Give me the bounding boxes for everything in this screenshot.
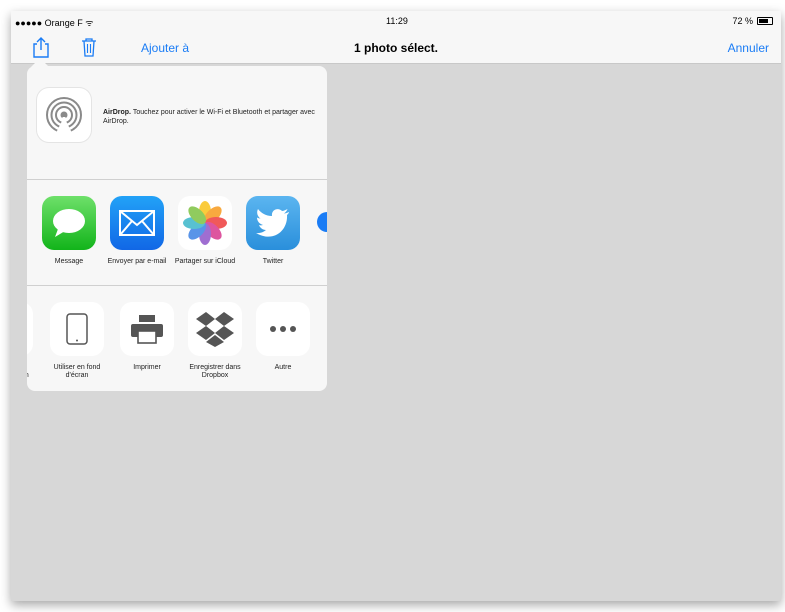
battery-indicator: 72 % xyxy=(732,16,773,26)
carrier-label: ●●●●● Orange F ᯤ xyxy=(15,18,94,28)
share-app-message[interactable]: Message xyxy=(37,196,101,266)
navigation-bar: Ajouter à 1 photo sélect. Annuler xyxy=(11,31,781,64)
action-label: Utiliser en fond d'écran xyxy=(53,364,101,379)
battery-percent: 72 % xyxy=(732,16,753,26)
printer-icon xyxy=(120,302,174,356)
share-app-twitter[interactable]: Twitter xyxy=(241,196,305,266)
airdrop-description: AirDrop. Touchez pour activer le Wi-Fi e… xyxy=(103,108,318,126)
action-more[interactable]: Autre xyxy=(251,302,315,372)
airdrop-hint: Touchez pour activer le Wi-Fi et Bluetoo… xyxy=(103,109,315,125)
more-icon xyxy=(256,302,310,356)
action-dropbox[interactable]: Enregistrer dans Dropbox xyxy=(183,302,247,380)
messages-icon xyxy=(42,196,96,250)
next-app-partial[interactable] xyxy=(317,212,327,232)
dropbox-icon xyxy=(188,302,242,356)
airdrop-title: AirDrop. xyxy=(103,109,131,116)
action-wallpaper[interactable]: Utiliser en fond d'écran xyxy=(45,302,109,380)
partial-action-label: un xyxy=(27,372,29,379)
action-label: Imprimer xyxy=(133,364,161,371)
action-label: Enregistrer dans Dropbox xyxy=(189,364,241,379)
ipad-icon xyxy=(50,302,104,356)
share-app-icloud[interactable]: Partager sur iCloud xyxy=(173,196,237,266)
action-print[interactable]: Imprimer xyxy=(115,302,179,372)
share-app-mail[interactable]: Envoyer par e-mail xyxy=(105,196,169,266)
ipad-screen: ●●●●● Orange F ᯤ 11:29 72 % Ajouter à 1 … xyxy=(11,11,781,601)
apps-row: Message Envoyer par e-mail Partager sur … xyxy=(27,180,327,286)
airdrop-row[interactable]: AirDrop. Touchez pour activer le Wi-Fi e… xyxy=(27,66,327,180)
actions-row: un Utiliser en fond d'écran xyxy=(27,286,327,391)
photos-icon xyxy=(178,196,232,250)
mail-icon xyxy=(110,196,164,250)
app-label: Envoyer par e-mail xyxy=(107,258,167,265)
app-label: Message xyxy=(54,258,84,265)
partial-action-tile[interactable] xyxy=(27,302,33,356)
share-sheet: AirDrop. Touchez pour activer le Wi-Fi e… xyxy=(27,66,327,391)
battery-icon xyxy=(757,17,773,25)
airdrop-icon[interactable] xyxy=(37,88,91,142)
twitter-icon xyxy=(246,196,300,250)
page-title: 1 photo sélect. xyxy=(353,41,439,55)
cancel-button[interactable]: Annuler xyxy=(728,41,769,55)
app-label: Partager sur iCloud xyxy=(174,258,236,265)
clock: 11:29 xyxy=(386,16,408,26)
action-label: Autre xyxy=(274,364,292,371)
status-bar: ●●●●● Orange F ᯤ 11:29 72 % xyxy=(11,11,781,31)
app-label: Twitter xyxy=(262,258,284,265)
